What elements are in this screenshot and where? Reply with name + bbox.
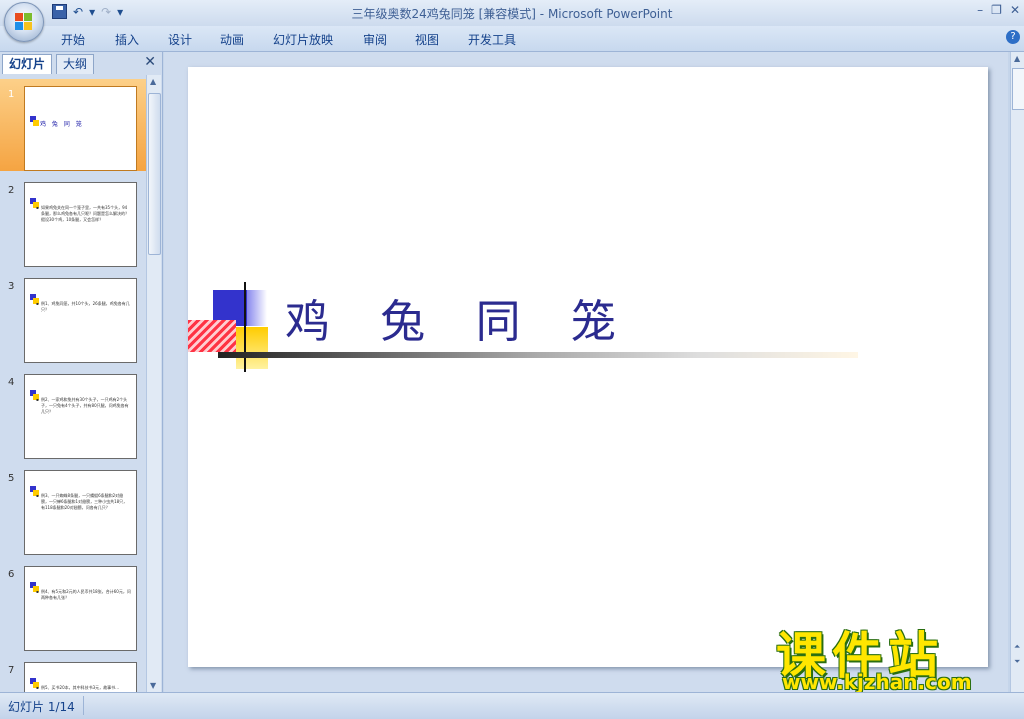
- thumbnail-title: 鸡 兔 同 笼: [40, 121, 84, 128]
- tab-slides[interactable]: 幻灯片: [2, 54, 53, 74]
- thumbnail-text: 例5、买书20本，其中科技书3元，故事书...: [36, 685, 131, 691]
- restore-button[interactable]: ❐: [991, 3, 1002, 17]
- slide-thumbnail-3[interactable]: 3 例1、鸡兔同笼，共10个头，26条腿，鸡兔各有几只？: [0, 271, 146, 363]
- slide-indicator: 幻灯片 1/14: [8, 700, 75, 714]
- thumbnail-text: 例1、鸡兔同笼，共10个头，26条腿，鸡兔各有几只？: [36, 301, 131, 313]
- window-title: 三年级奥数24鸡兔同笼 [兼容模式] - Microsoft PowerPoin…: [351, 7, 673, 21]
- current-slide[interactable]: 鸡 兔 同 笼: [188, 67, 988, 667]
- slide-thumbnail-1[interactable]: 1 鸡 兔 同 笼: [0, 79, 146, 171]
- tab-insert[interactable]: 插入: [115, 31, 139, 48]
- thumbnail-text: 例3、一只蜘蛛8条腿，一只蜻蜓6条腿和2对翅膀，一只蝉6条腿和1对翅膀，三种小虫…: [36, 493, 131, 511]
- thumbnail-text: 如果鸡兔关在同一个笼子里，一共有35个头，94条腿，那么鸡兔各有几只呢？问题是怎…: [36, 205, 131, 223]
- minimize-button[interactable]: –: [977, 3, 983, 17]
- next-slide-icon[interactable]: ⏷: [1014, 657, 1020, 667]
- tab-outline[interactable]: 大纲: [56, 54, 95, 74]
- slide-editor: 鸡 兔 同 笼: [164, 52, 1008, 692]
- title-bar: ↶ ▾ ↷ ▾ 三年级奥数24鸡兔同笼 [兼容模式] - Microsoft P…: [0, 0, 1024, 26]
- scroll-down-icon[interactable]: ▼: [150, 681, 156, 690]
- slide-number: 4: [8, 377, 15, 388]
- scroll-up-icon[interactable]: ▲: [150, 77, 156, 86]
- slides-panel: 幻灯片 大纲 ✕ 1 鸡 兔 同 笼 2 如果鸡兔关在同一个笼子里，一共有35个…: [0, 52, 163, 692]
- help-icon[interactable]: ?: [1006, 30, 1020, 44]
- panel-scrollbar[interactable]: ▲ ▼: [146, 75, 161, 692]
- close-panel-icon[interactable]: ✕: [144, 54, 156, 70]
- office-logo-icon: [15, 13, 33, 31]
- tab-review[interactable]: 审阅: [363, 31, 387, 48]
- status-bar: 幻灯片 1/14: [0, 692, 1024, 719]
- slide-number: 5: [8, 473, 15, 484]
- slide-thumbnail-5[interactable]: 5 例3、一只蜘蛛8条腿，一只蜻蜓6条腿和2对翅膀，一只蝉6条腿和1对翅膀，三种…: [0, 463, 146, 555]
- tab-animations[interactable]: 动画: [220, 31, 244, 48]
- slide-number: 6: [8, 569, 15, 580]
- thumbnail-list: 1 鸡 兔 同 笼 2 如果鸡兔关在同一个笼子里，一共有35个头，94条腿，那么…: [0, 75, 146, 692]
- office-button[interactable]: [4, 2, 44, 42]
- scrollbar-thumb[interactable]: [1012, 68, 1024, 110]
- tab-design[interactable]: 设计: [168, 31, 192, 48]
- slide-thumbnail-4[interactable]: 4 例2、一家鸡和兔共有30个头子，一只鸡有2个头子，一只兔有4个头子，共有80…: [0, 367, 146, 459]
- tab-developer[interactable]: 开发工具: [468, 31, 516, 48]
- tab-home[interactable]: 开始: [61, 31, 85, 48]
- thumbnail-text: 例4、有5元和2元的人民币共18张，合计60元，问两种各有几张？: [36, 589, 131, 601]
- scroll-up-icon[interactable]: ▲: [1014, 54, 1020, 63]
- slide-title[interactable]: 鸡 兔 同 笼: [285, 285, 634, 350]
- title-underline-bar: [218, 352, 858, 358]
- slide-thumbnail-2[interactable]: 2 如果鸡兔关在同一个笼子里，一共有35个头，94条腿，那么鸡兔各有几只呢？问题…: [0, 175, 146, 267]
- previous-slide-icon[interactable]: ⏶: [1014, 642, 1020, 652]
- watermark-url: www.kjzhan.com: [782, 670, 972, 694]
- tab-view[interactable]: 视图: [415, 31, 439, 48]
- close-button[interactable]: ✕: [1010, 3, 1020, 17]
- editor-scrollbar[interactable]: ▲ ⏶ ⏷: [1010, 52, 1024, 692]
- slide-number: 1: [8, 89, 15, 100]
- slide-thumbnail-7[interactable]: 7 例5、买书20本，其中科技书3元，故事书...: [0, 655, 146, 692]
- logo-vertical-line: [244, 282, 246, 372]
- logo-icon: [30, 116, 39, 126]
- slide-number: 3: [8, 281, 15, 292]
- thumbnail-text: 例2、一家鸡和兔共有30个头子，一只鸡有2个头子，一只兔有4个头子，共有80只腿…: [36, 397, 131, 415]
- slide-number: 7: [8, 665, 15, 676]
- status-separator: [83, 696, 84, 715]
- watermark: 课件站 www.kjzhan.com: [776, 616, 1008, 694]
- slide-thumbnail-6[interactable]: 6 例4、有5元和2元的人民币共18张，合计60元，问两种各有几张？: [0, 559, 146, 651]
- ribbon-tabs: 开始 插入 设计 动画 幻灯片放映 审阅 视图 开发工具: [0, 26, 1024, 52]
- slide-number: 2: [8, 185, 15, 196]
- tab-slideshow[interactable]: 幻灯片放映: [273, 31, 333, 48]
- slide-logo: [188, 287, 288, 377]
- scrollbar-thumb[interactable]: [148, 93, 161, 255]
